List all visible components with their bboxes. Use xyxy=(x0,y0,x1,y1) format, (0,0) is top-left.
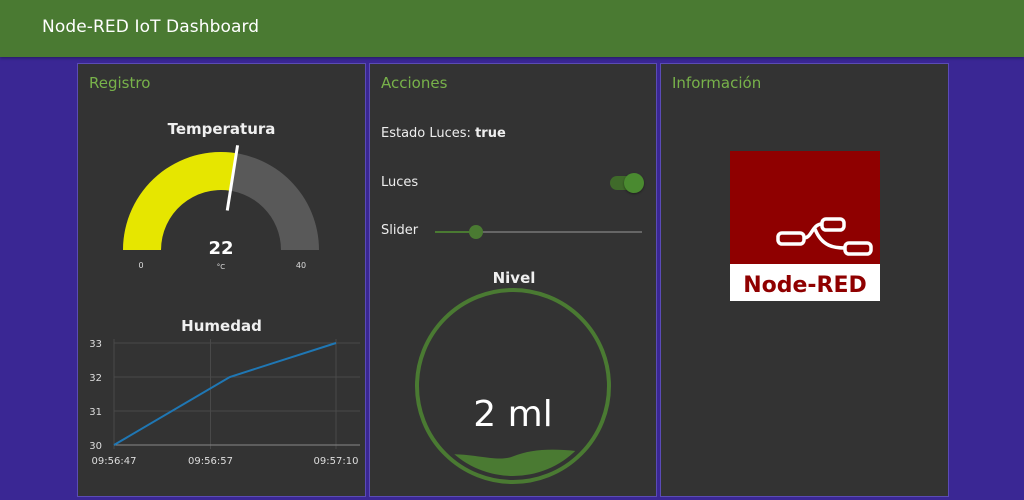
estado-luces-text: Estado Luces: true xyxy=(381,126,506,141)
gauge-min-label: 0 xyxy=(138,261,143,270)
slider-thumb[interactable] xyxy=(469,225,484,239)
slider-control[interactable] xyxy=(435,225,642,239)
chart-y-tick-label: 31 xyxy=(89,407,102,418)
estado-luces-label: Estado Luces: xyxy=(381,126,471,141)
chart-series-line xyxy=(113,342,337,446)
nivel-title: Nivel xyxy=(492,269,536,287)
chart-grid xyxy=(113,339,360,449)
node-red-logo-text: Node-RED xyxy=(743,273,867,298)
group-title-registro: Registro xyxy=(89,74,151,92)
header-toolbar: Node-RED IoT Dashboard xyxy=(0,0,1024,57)
chart-x-ticks: 09:56:47 09:56:57 09:57:10 xyxy=(92,456,359,467)
group-registro: Registro Temperatura 22 °C 0 40 Humedad … xyxy=(77,63,366,497)
chart-series xyxy=(113,342,337,446)
gauge-max-label: 40 xyxy=(296,261,306,270)
luces-toggle-switch[interactable] xyxy=(610,173,644,193)
luces-label: Luces xyxy=(381,175,419,190)
chart-y-ticks: 33 32 31 30 xyxy=(89,339,102,452)
chart-title: Humedad xyxy=(181,317,262,335)
chart-y-tick-label: 32 xyxy=(89,373,102,384)
temperature-gauge: 22 °C 0 40 xyxy=(123,145,319,271)
humidity-line-chart: 33 32 31 30 09:56:47 09:56:57 09:57:10 xyxy=(89,339,360,467)
group-title-acciones: Acciones xyxy=(381,74,448,92)
chart-x-tick-label: 09:56:57 xyxy=(188,456,233,467)
gauge-units: °C xyxy=(217,263,226,271)
chart-y-tick-label: 33 xyxy=(89,339,102,350)
nivel-tank-gauge: 2 ml xyxy=(415,288,611,484)
nivel-value: 2 ml xyxy=(473,394,552,435)
chart-x-tick-label: 09:56:47 xyxy=(92,456,137,467)
toggle-knob xyxy=(624,173,644,193)
group-title-informacion: Información xyxy=(672,74,762,92)
chart-y-tick-label: 30 xyxy=(89,441,102,452)
node-red-logo: Node-RED xyxy=(730,151,880,301)
group-acciones: Acciones Estado Luces: true Luces Slider… xyxy=(369,63,657,497)
gauge-value-arc xyxy=(123,152,237,250)
gauge-value: 22 xyxy=(208,238,233,259)
slider-label: Slider xyxy=(381,223,419,238)
estado-luces-value: true xyxy=(475,126,506,141)
nivel-tank-ring xyxy=(415,288,611,484)
chart-x-tick-label: 09:57:10 xyxy=(314,456,359,467)
dashboard-title: Node-RED IoT Dashboard xyxy=(42,17,260,37)
group-informacion: Información Node-RED xyxy=(660,63,949,497)
